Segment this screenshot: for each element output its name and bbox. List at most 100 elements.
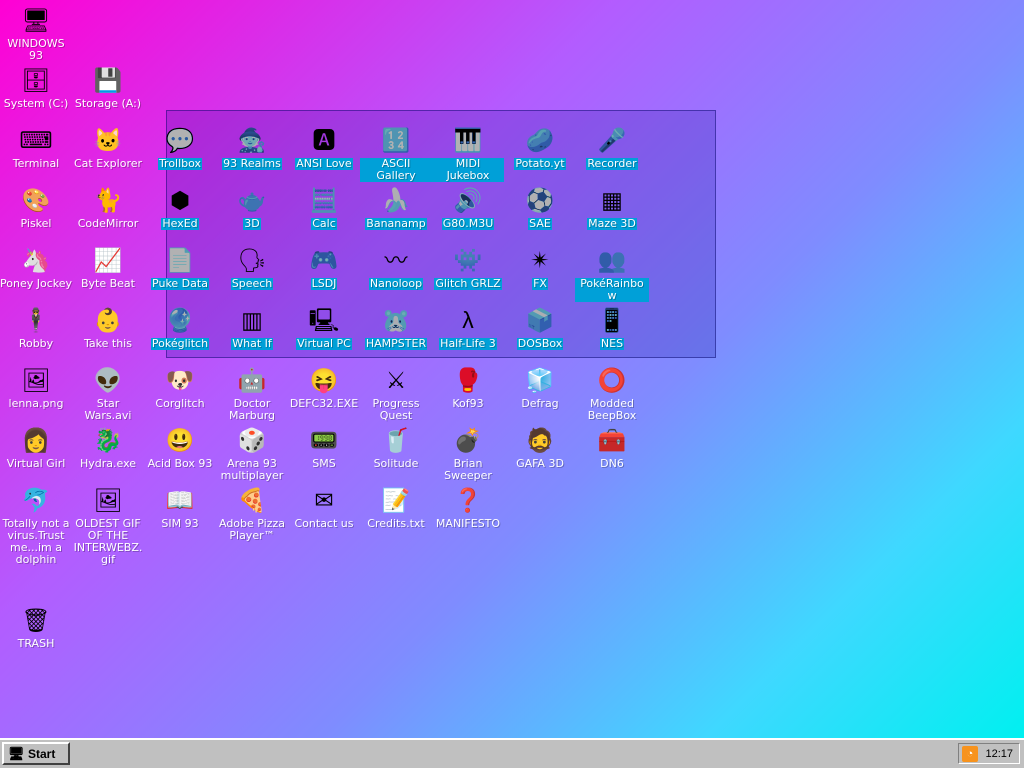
icon-label: Totally not a virus.Trust me...im a dolp… (2, 517, 70, 566)
windows-logo-icon: 🖥 (8, 745, 25, 761)
icon-virtual-pc[interactable]: 🖳 Virtual PC (288, 302, 360, 362)
icon-what-if[interactable]: ▥ What If (216, 302, 288, 362)
icon-bananamp[interactable]: 🍌 Bananamp (360, 182, 432, 242)
icon-label: Star Wars.avi (84, 397, 132, 422)
icon-ascii-gallery[interactable]: 🔢 ASCII Gallery (360, 122, 432, 182)
icon-take-this[interactable]: 👶 Take this (72, 302, 144, 362)
icon-storage-a[interactable]: 💾 Storage (A:) (72, 62, 144, 122)
icon-kof93[interactable]: 🥊 Kof93 (432, 362, 504, 422)
icon-lsdj[interactable]: 🎮 LSDJ (288, 242, 360, 302)
icon-robby[interactable]: 🕴 Robby (0, 302, 72, 362)
start-button[interactable]: 🖥 Start (2, 742, 70, 765)
icon-virtual-girl[interactable]: 👩 Virtual Girl (0, 422, 72, 482)
icon-3d[interactable]: 🫖 3D (216, 182, 288, 242)
icon-label: Recorder (586, 157, 638, 170)
icon-nes[interactable]: 📱 NES (576, 302, 648, 362)
icon-nanoloop[interactable]: 〰 Nanoloop (360, 242, 432, 302)
icon-solitude[interactable]: 🥤 Solitude (360, 422, 432, 482)
icon-hydra-exe[interactable]: 🐉 Hydra.exe (72, 422, 144, 482)
icon-label: Doctor Marburg (228, 397, 276, 422)
icon-pokerainbow[interactable]: 👥 PokéRainbow (575, 242, 649, 302)
maze-3d-icon: ▦ (601, 187, 623, 213)
icon-label: DN6 (600, 457, 624, 470)
icon-acid-box-93[interactable]: 😃 Acid Box 93 (144, 422, 216, 482)
icon-doctor-marburg[interactable]: 🤖 Doctor Marburg (216, 362, 288, 422)
icon-terminal[interactable]: ⌨ Terminal (0, 122, 72, 182)
icon-poney-jockey[interactable]: 🦄 Poney Jockey (0, 242, 72, 302)
icon-calc[interactable]: 🧮 Calc (288, 182, 360, 242)
icon-potato-yt[interactable]: 🥔 Potato.yt (504, 122, 576, 182)
icon-lenna-png[interactable]: 🖼 lenna.png (0, 362, 72, 422)
icon-label: Speech (230, 277, 274, 290)
g80-m3u-icon: 🔊 (453, 187, 483, 213)
icon-star-wars-avi[interactable]: 👽 Star Wars.avi (72, 362, 144, 422)
dolphin-icon: 🐬 (21, 487, 51, 513)
windows93-icon: 🖥 (21, 7, 51, 33)
bananamp-icon: 🍌 (381, 187, 411, 213)
icon-label: Potato.yt (514, 157, 566, 170)
icon-puke-data[interactable]: 📄 Puke Data (144, 242, 216, 302)
icon-midi-jukebox[interactable]: 🎹 MIDI Jukebox (432, 122, 504, 182)
system-tray: ◔ 12:17 (958, 743, 1020, 764)
icon-sae[interactable]: ⚽ SAE (504, 182, 576, 242)
icon-manifesto[interactable]: ❓ MANIFESTO (432, 482, 504, 542)
icon-defc32-exe[interactable]: 😝 DEFC32.EXE (288, 362, 360, 422)
icon-maze-3d[interactable]: ▦ Maze 3D (576, 182, 648, 242)
icon-cat-explorer[interactable]: 🐱 Cat Explorer (72, 122, 144, 182)
icon-codemirror[interactable]: 🐈 CodeMirror (72, 182, 144, 242)
icon-brian-sweeper[interactable]: 💣 Brian Sweeper (432, 422, 504, 482)
rss-icon[interactable]: ◔ (962, 745, 978, 762)
icon-windows93[interactable]: 🖥 WINDOWS 93 (0, 2, 72, 62)
icon-sms[interactable]: 📟 SMS (288, 422, 360, 482)
icon-half-life-3[interactable]: λ Half-Life 3 (432, 302, 504, 362)
icon-progress-quest[interactable]: ⚔ Progress Quest (360, 362, 432, 422)
icon-ansi-love[interactable]: 🅰 ANSI Love (288, 122, 360, 182)
icon-hexed[interactable]: ⬢ HexEd (144, 182, 216, 242)
icon-label: Kof93 (452, 397, 484, 410)
icon-glitch-grlz[interactable]: 👾 Glitch GRLZ (432, 242, 504, 302)
icon-label: PokéRainbow (575, 278, 649, 302)
icon-modded-beepbox[interactable]: ⭕ Modded BeepBox (576, 362, 648, 422)
icon-label: HexEd (161, 217, 199, 230)
icon-label: Solitude (373, 457, 419, 470)
oldest-gif-icon: 🖼 (93, 487, 123, 513)
icon-credits-txt[interactable]: 📝 Credits.txt (360, 482, 432, 542)
midi-jukebox-icon: 🎹 (453, 127, 483, 153)
icon-defrag[interactable]: 🧊 Defrag (504, 362, 576, 422)
icon-system-c[interactable]: 🗄 System (C:) (0, 62, 72, 122)
nanoloop-icon: 〰 (384, 247, 408, 273)
icon-contact-us[interactable]: ✉ Contact us (288, 482, 360, 542)
icon-dolphin[interactable]: 🐬 Totally not a virus.Trust me...im a dol… (0, 482, 72, 566)
icon-93-realms[interactable]: 🧙 93 Realms (216, 122, 288, 182)
icon-recorder[interactable]: 🎤 Recorder (576, 122, 648, 182)
icon-dn6[interactable]: 🧰 DN6 (576, 422, 648, 482)
acid-box-93-icon: 😃 (165, 427, 195, 453)
icon-sim-93[interactable]: 📖 SIM 93 (144, 482, 216, 542)
icon-speech[interactable]: 🗣 Speech (216, 242, 288, 302)
icon-byte-beat[interactable]: 📈 Byte Beat (72, 242, 144, 302)
icon-oldest-gif[interactable]: 🖼 OLDEST GIF OF THE INTERWEBZ.gif (72, 482, 144, 566)
icon-dosbox[interactable]: 📦 DOSBox (504, 302, 576, 362)
icon-corglitch[interactable]: 🐶 Corglitch (144, 362, 216, 422)
icon-fx[interactable]: ✴ FX (504, 242, 576, 302)
nes-icon: 📱 (597, 307, 627, 333)
icon-gafa-3d[interactable]: 🧔 GAFA 3D (504, 422, 576, 482)
icon-hampster[interactable]: 🐹 HAMPSTER (360, 302, 432, 362)
icon-label: Virtual Girl (6, 457, 66, 470)
icon-pokeglitch[interactable]: 🔮 Pokéglitch (144, 302, 216, 362)
desktop[interactable]: 🖥 WINDOWS 93 🗄 System (C:) 💾 Storage (A:) ⌨ Ter… (0, 0, 1024, 738)
icon-trash[interactable]: 🗑 TRASH (0, 602, 72, 662)
icon-adobe-pizza-player[interactable]: 🍕 Adobe Pizza Player™ (216, 482, 288, 542)
icon-label: 3D (243, 217, 261, 230)
icon-piskel[interactable]: 🎨 Piskel (0, 182, 72, 242)
kof93-icon: 🥊 (453, 367, 483, 393)
credits-txt-icon: 📝 (381, 487, 411, 513)
ansi-love-icon: 🅰 (312, 127, 336, 153)
icon-label: G80.M3U (441, 217, 495, 230)
icon-arena-93[interactable]: 🎲 Arena 93 multiplayer (216, 422, 288, 482)
icon-trollbox[interactable]: 💬 Trollbox (144, 122, 216, 182)
icon-g80-m3u[interactable]: 🔊 G80.M3U (432, 182, 504, 242)
half-life-3-icon: λ (462, 307, 474, 333)
speech-icon: 🗣 (237, 247, 267, 273)
hampster-icon: 🐹 (381, 307, 411, 333)
